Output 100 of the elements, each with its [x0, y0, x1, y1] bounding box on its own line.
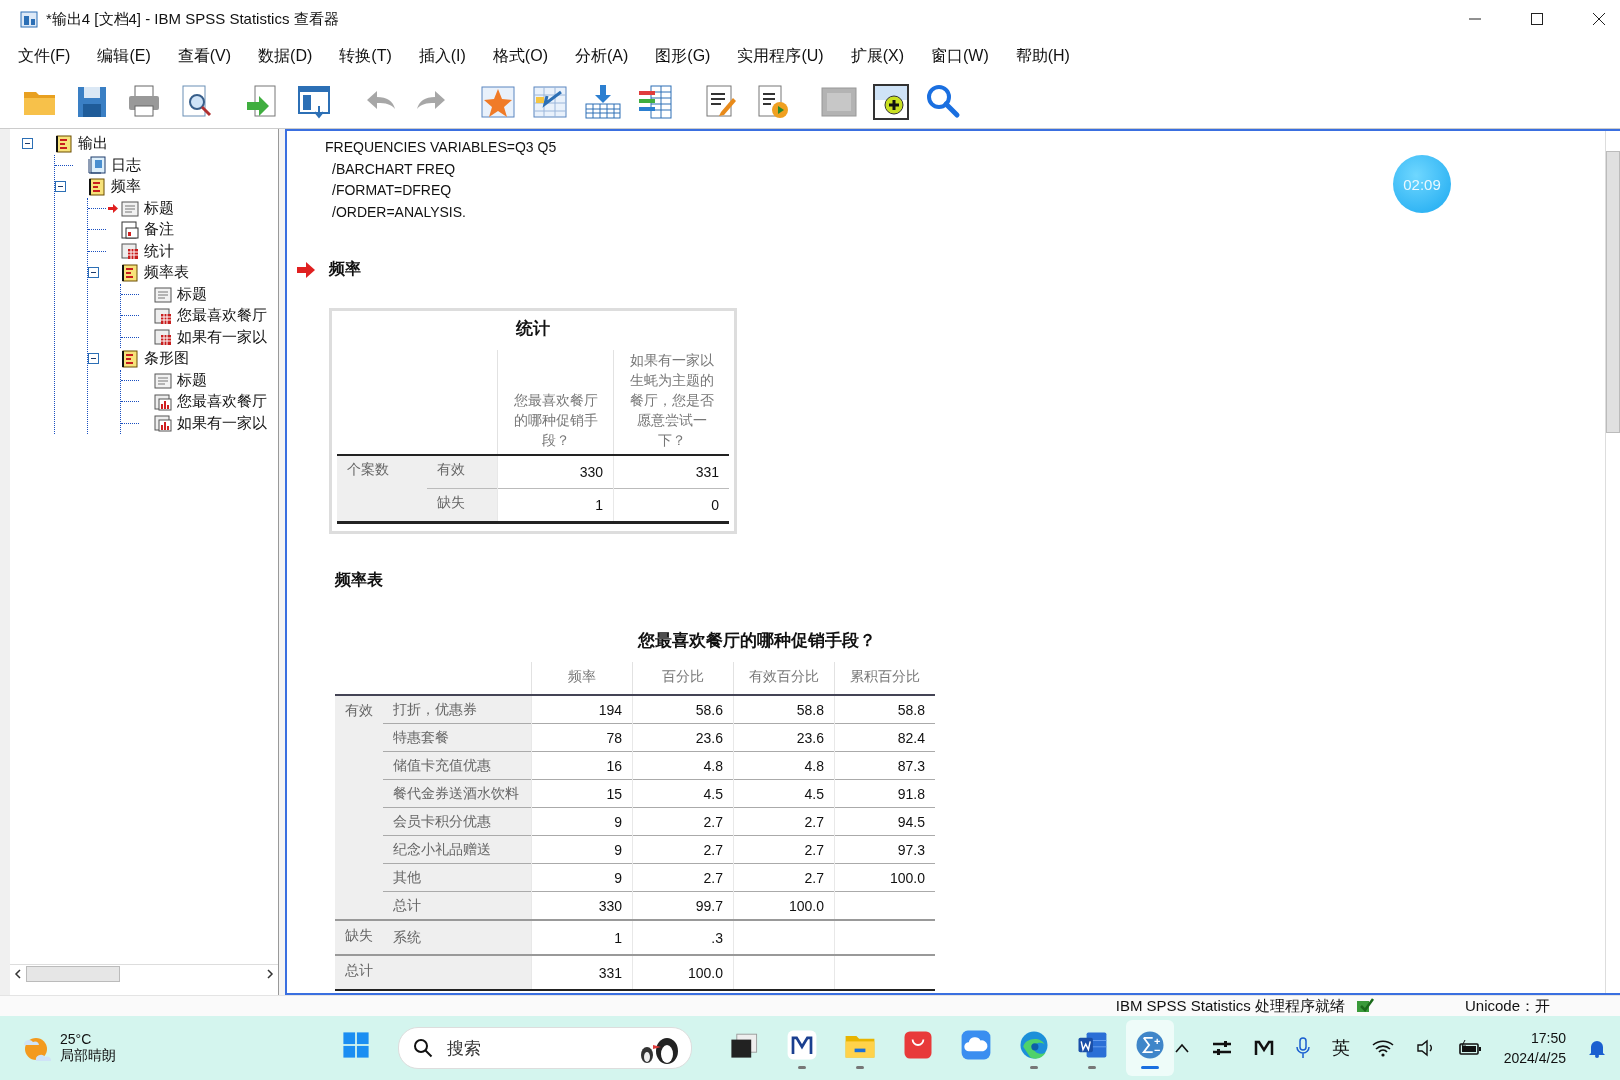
scroll-right-icon[interactable] — [266, 969, 274, 979]
chevron-up-icon[interactable] — [1173, 1043, 1190, 1053]
microphone-icon[interactable] — [1295, 1037, 1310, 1059]
column-header: 您最喜欢餐厅的哪种促销手段？ — [497, 350, 614, 455]
row-group-label: 个案数 — [337, 455, 428, 523]
window-title: *输出4 [文档4] - IBM SPSS Statistics 查看器 — [46, 9, 339, 29]
menu-item[interactable]: 分析(A) — [574, 45, 629, 67]
log-icon — [87, 155, 107, 176]
table-cell: 58.6 — [632, 695, 734, 724]
table-cell: 94.5 — [834, 807, 935, 836]
current-arrow-icon — [108, 203, 118, 213]
menu-item[interactable]: 格式(O) — [492, 45, 548, 67]
table-cell: 2.7 — [733, 807, 835, 836]
battery-icon[interactable] — [1457, 1040, 1482, 1056]
tree-item[interactable]: 如果有一家以 — [177, 327, 267, 347]
tree-item[interactable]: 备注 — [144, 220, 174, 240]
menu-item[interactable]: 数据(D) — [258, 45, 313, 67]
tree-item[interactable]: 条形图 — [144, 349, 189, 369]
syntax-line: /FORMAT=DFREQ — [331, 181, 452, 200]
table-cell: 23.6 — [733, 723, 835, 752]
table-cell: 16 — [531, 751, 633, 780]
tree-item[interactable]: 您最喜欢餐厅 — [177, 306, 267, 326]
table-cell: 331 — [531, 955, 633, 990]
row-group-label: 有效 — [335, 695, 384, 920]
collapse-toggle-icon[interactable] — [88, 267, 99, 279]
table-cell: 4.5 — [733, 779, 835, 808]
book-icon — [87, 176, 107, 197]
close-icon[interactable] — [1592, 12, 1606, 26]
row-group-label: 总计 — [335, 955, 532, 990]
table-cell: 87.3 — [834, 751, 935, 780]
row-label: 储值卡充值优惠 — [383, 751, 532, 780]
menu-item[interactable]: 文件(F) — [18, 45, 71, 67]
table-cell: 82.4 — [834, 723, 935, 752]
scroll-left-icon[interactable] — [14, 969, 22, 979]
menu-item[interactable]: 插入(I) — [418, 45, 466, 67]
table-cell: 2.7 — [733, 863, 835, 892]
tree-item[interactable]: 标题 — [177, 370, 207, 390]
splitter-handle[interactable] — [278, 129, 285, 995]
row-label: 系统 — [383, 920, 532, 955]
table-cell: 78 — [531, 723, 633, 752]
download-table-icon — [583, 82, 621, 120]
table-cell: 194 — [531, 695, 633, 724]
collapse-toggle-icon[interactable] — [22, 138, 33, 150]
section-heading: 频率表 — [335, 570, 384, 590]
collapse-toggle-icon[interactable] — [55, 181, 66, 193]
tree-item[interactable]: 您最喜欢餐厅 — [177, 392, 267, 412]
clock-date[interactable]: 2024/4/25 — [1503, 1048, 1566, 1068]
horizontal-scrollbar[interactable] — [10, 964, 278, 983]
status-text: Unicode：开 — [1464, 996, 1550, 1016]
m-logo-icon[interactable] — [1253, 1040, 1274, 1056]
section-heading: 频率 — [329, 259, 361, 279]
menu-item[interactable]: 扩展(X) — [850, 45, 904, 67]
table-cell: 331 — [613, 455, 729, 489]
column-header: 有效百分比 — [733, 662, 835, 695]
row-label: 特惠套餐 — [383, 723, 532, 752]
maximize-icon[interactable] — [1530, 12, 1544, 26]
table-cell: 2.7 — [632, 863, 734, 892]
column-header: 频率 — [531, 662, 633, 695]
clock-time[interactable]: 17:50 — [1530, 1028, 1566, 1048]
menu-item[interactable]: 图形(G) — [655, 45, 711, 67]
tree-item[interactable]: 频率 — [111, 177, 141, 197]
table-cell: 97.3 — [834, 835, 935, 864]
input-method-indicator[interactable]: 英 — [1331, 1036, 1350, 1060]
menu-item[interactable]: 窗口(W) — [930, 45, 989, 67]
tree-item[interactable]: 统计 — [144, 241, 174, 261]
syntax-line: FREQUENCIES VARIABLES=Q3 Q5 — [325, 138, 557, 157]
flag-check-icon — [1354, 997, 1375, 1015]
table-cell: 9 — [531, 835, 633, 864]
sliders-icon[interactable] — [1211, 1040, 1232, 1056]
table-title: 您最喜欢餐厅的哪种促销手段？ — [636, 630, 877, 652]
app-icon — [20, 9, 40, 29]
menu-item[interactable]: 转换(T) — [339, 45, 392, 67]
vertical-scrollbar[interactable] — [1605, 131, 1620, 993]
title-icon — [120, 198, 140, 219]
table-title: 统计 — [515, 318, 551, 340]
tree-item[interactable]: 标题 — [177, 284, 207, 304]
search-field[interactable]: 搜索 — [397, 1027, 692, 1069]
table-cell: 91.8 — [834, 779, 935, 808]
tree-item[interactable]: 频率表 — [144, 263, 189, 283]
tree-item[interactable]: 输出 — [78, 134, 108, 154]
search-icon — [412, 1038, 433, 1058]
wifi-icon[interactable] — [1371, 1039, 1394, 1057]
menu-item[interactable]: 帮助(H) — [1015, 45, 1070, 67]
row-label: 其他 — [383, 863, 532, 892]
tree-item[interactable]: 如果有一家以 — [177, 413, 267, 433]
row-label: 会员卡积分优惠 — [383, 807, 532, 836]
row-group-label: 缺失 — [335, 920, 384, 955]
bell-icon[interactable] — [1588, 1038, 1606, 1058]
menu-item[interactable]: 查看(V) — [177, 45, 232, 67]
table-cell: 100.0 — [632, 955, 734, 990]
column-header: 如果有一家以生蚝为主题的餐厅，您是否愿意尝试一下？ — [613, 350, 729, 455]
table-cell: 2.7 — [632, 835, 734, 864]
column-header: 百分比 — [632, 662, 734, 695]
tree-item[interactable]: 日志 — [111, 155, 141, 175]
collapse-toggle-icon[interactable] — [88, 353, 99, 365]
tree-item[interactable]: 标题 — [144, 198, 174, 218]
menu-item[interactable]: 编辑(E) — [97, 45, 151, 67]
table-cell: 0 — [613, 488, 729, 523]
table-cell: 58.8 — [834, 695, 935, 724]
menu-item[interactable]: 实用程序(U) — [737, 45, 824, 67]
